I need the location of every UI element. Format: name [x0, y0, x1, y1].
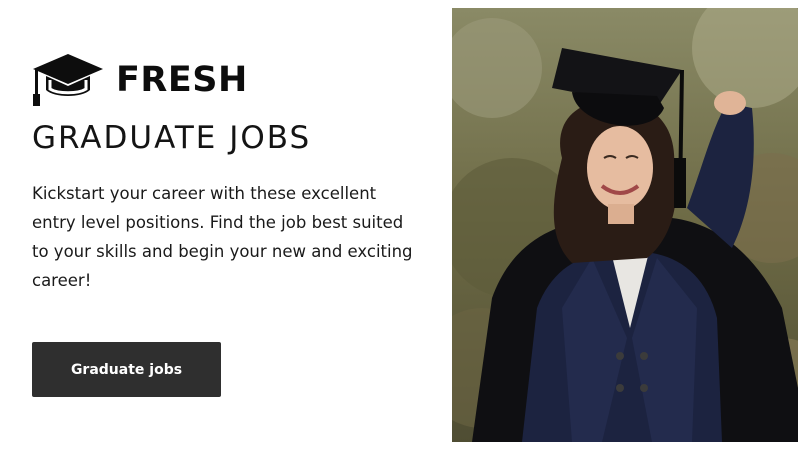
graduate-photo [452, 8, 798, 442]
intro-text: Kickstart your career with these excelle… [32, 184, 413, 290]
graduate-illustration [452, 8, 798, 442]
brand-logo: FRESH [32, 52, 248, 108]
graduation-cap-icon [33, 54, 103, 106]
graduate-jobs-button[interactable]: Graduate jobs [32, 342, 221, 397]
brand-word: FRESH [116, 59, 248, 100]
page-title: GRADUATE JOBS [32, 120, 312, 156]
